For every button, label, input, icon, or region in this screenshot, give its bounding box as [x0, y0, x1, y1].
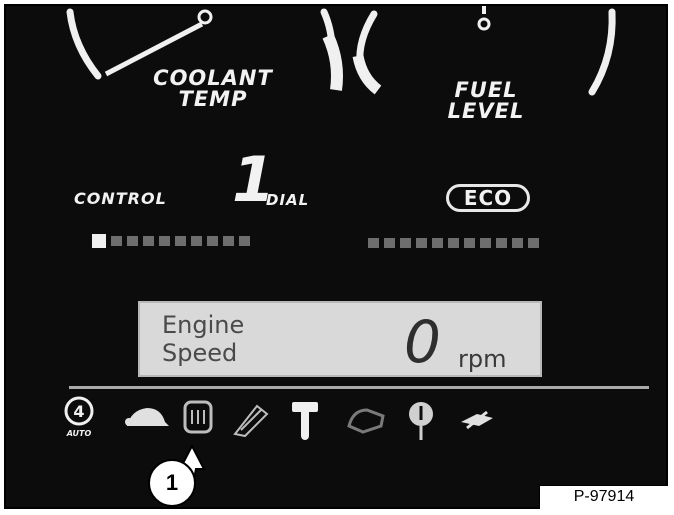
callout-number: 1 [148, 459, 196, 507]
reference-code: P-97914 [539, 485, 668, 509]
callout-arrow [178, 443, 206, 485]
dashboard-photo: COOLANT TEMP FUEL LEVEL CONTROL 1 DIAL E… [4, 4, 668, 509]
